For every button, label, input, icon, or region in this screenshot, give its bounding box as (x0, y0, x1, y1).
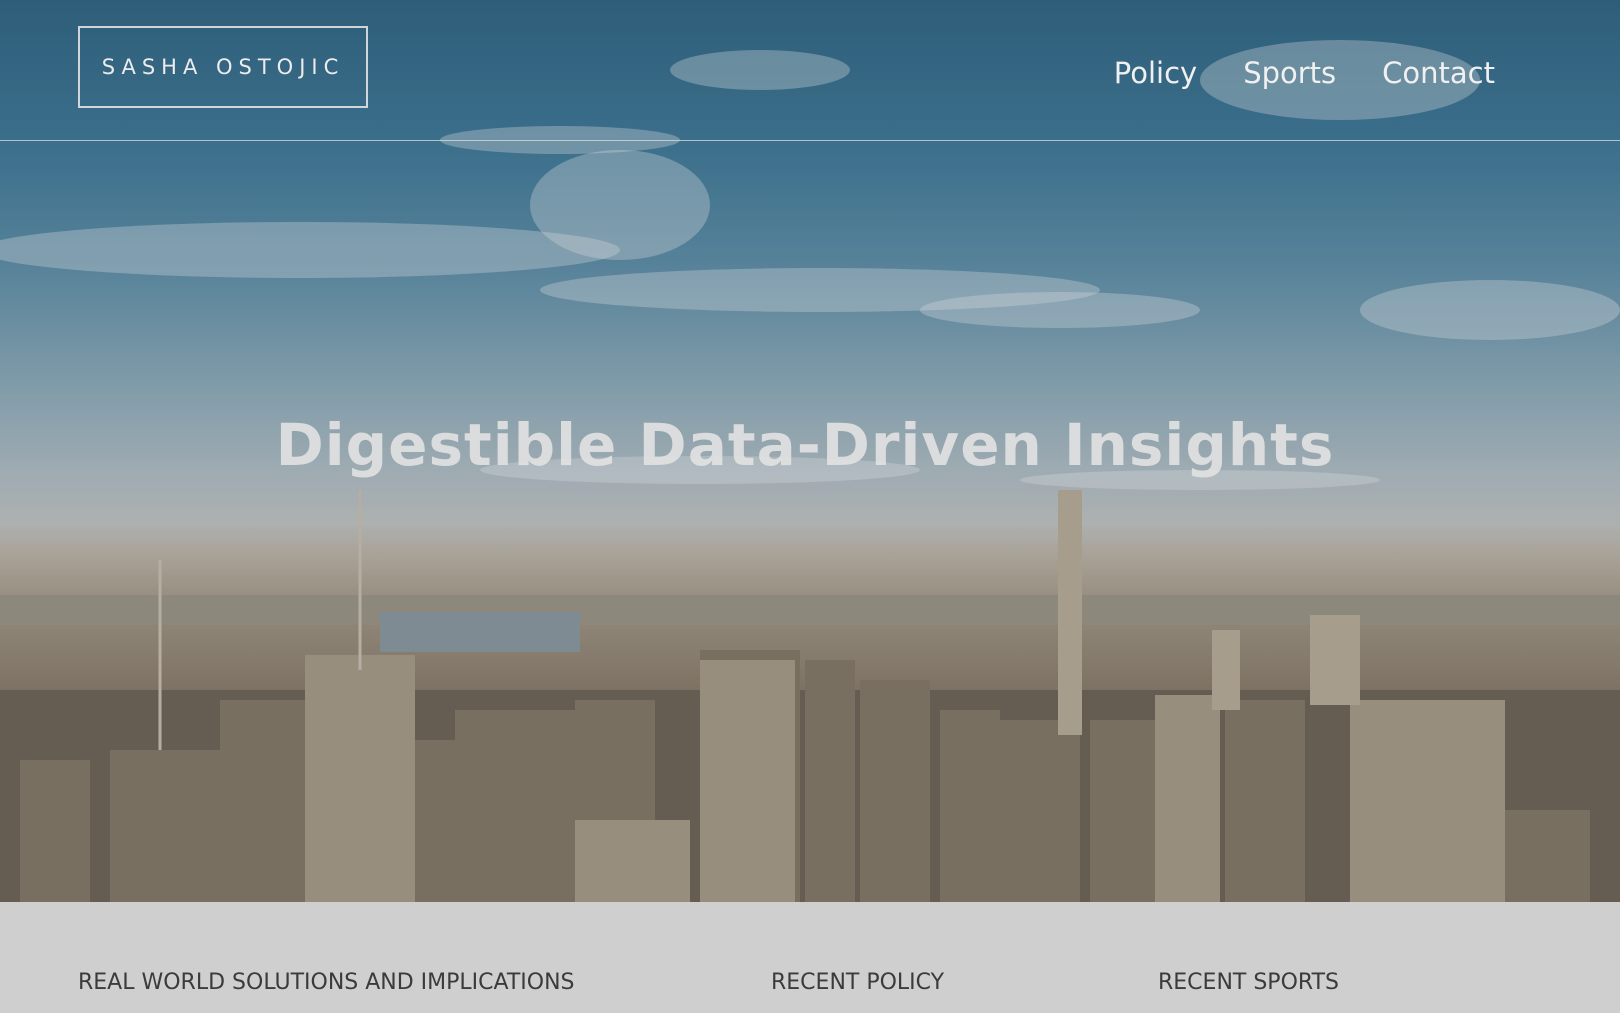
site-logo[interactable]: SASHA OSTOJIC (78, 26, 368, 108)
section-heading-recent-policy: RECENT POLICY (771, 970, 945, 995)
hero-headline: Digestible Data-Driven Insights (275, 410, 1335, 479)
content-section (0, 902, 1620, 1013)
nav-link-policy[interactable]: Policy (1114, 56, 1197, 90)
section-heading-recent-sports: RECENT SPORTS (1158, 970, 1339, 995)
section-heading-solutions: REAL WORLD SOLUTIONS AND IMPLICATIONS (78, 970, 575, 995)
nav-link-contact[interactable]: Contact (1382, 56, 1495, 90)
site-logo-text: SASHA OSTOJIC (101, 55, 345, 79)
header-divider (0, 140, 1620, 141)
nav-link-sports[interactable]: Sports (1243, 56, 1336, 90)
main-nav: Policy Sports Contact (1114, 56, 1495, 90)
